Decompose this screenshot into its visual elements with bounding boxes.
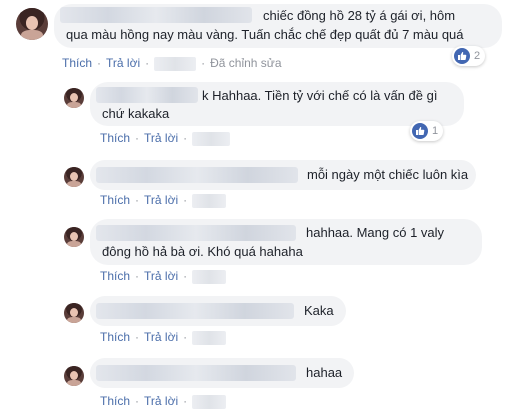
separator: · (135, 193, 140, 207)
like-button[interactable]: Thích (100, 131, 130, 145)
comment-text-line-1: hahhaa. Mang có 1 valy (306, 225, 445, 240)
comment-text-line-2: đông hồ hả bà ơi. Khó quá hahaha (102, 244, 303, 259)
reaction-count-number: 1 (432, 125, 439, 137)
blurred-commenter-name (96, 167, 298, 183)
reply-button[interactable]: Trả lời (144, 269, 178, 283)
comment-bubble: Kaka (90, 296, 346, 326)
reaction-count-number: 2 (474, 50, 481, 62)
separator: · (97, 56, 102, 70)
separator: · (183, 330, 188, 344)
blurred-timestamp (192, 269, 227, 284)
separator: · (183, 269, 188, 283)
reply-button[interactable]: Trả lời (144, 394, 178, 408)
like-icon (454, 48, 470, 64)
like-button[interactable]: Thích (100, 330, 130, 344)
like-button[interactable]: Thích (62, 56, 92, 70)
avatar[interactable] (64, 227, 84, 247)
avatar[interactable] (64, 303, 84, 323)
separator: · (135, 330, 140, 344)
blurred-commenter-name (96, 303, 294, 319)
avatar[interactable] (64, 167, 84, 187)
edited-label[interactable]: Đã chỉnh sửa (210, 56, 281, 70)
avatar[interactable] (64, 88, 84, 108)
comment-text-line-1: k Hahhaa. Tiền tỷ với chế có là vấn đề g… (202, 88, 438, 103)
comment-text-line-1: chiếc đồng hồ 28 tỷ á gái ơi, hôm (263, 8, 456, 23)
comment-bubble: k Hahhaa. Tiền tỷ với chế có là vấn đề g… (90, 82, 464, 126)
blurred-timestamp (192, 131, 231, 146)
blurred-commenter-name (96, 365, 296, 381)
comment-text-line-1: mỗi ngày một chiếc luôn kìa (307, 167, 469, 182)
reply-button[interactable]: Trả lời (144, 131, 178, 145)
separator: · (183, 193, 188, 207)
blurred-commenter-name (96, 225, 296, 241)
comment-bubble: chiếc đồng hồ 28 tỷ á gái ơi, hôm qua mà… (54, 4, 502, 48)
comment-bubble: mỗi ngày một chiếc luôn kìa (90, 160, 476, 190)
reply-button[interactable]: Trả lời (144, 193, 178, 207)
comment-text-line-1: Kaka (304, 303, 334, 318)
separator: · (135, 269, 140, 283)
comment-text-line-1: hahaa (306, 365, 343, 380)
separator: · (201, 56, 206, 70)
reply-button[interactable]: Trả lời (106, 56, 140, 70)
comment-text-line-2: chứ kakaka (102, 106, 170, 121)
comment-bubble: hahaa (90, 358, 354, 388)
blurred-commenter-name (96, 87, 198, 103)
avatar[interactable] (16, 8, 48, 40)
blurred-commenter-name (60, 7, 252, 23)
separator: · (183, 394, 188, 408)
avatar[interactable] (64, 366, 84, 386)
comment-bubble: hahhaa. Mang có 1 valy đông hồ hả bà ơi.… (90, 219, 482, 265)
comment-text-line-2: qua màu hồng nay màu vàng. Tuấn chắc chế… (66, 27, 464, 42)
like-button[interactable]: Thích (100, 269, 130, 283)
separator: · (135, 131, 140, 145)
like-icon (412, 123, 428, 139)
reply-button[interactable]: Trả lời (144, 330, 178, 344)
blurred-timestamp (154, 56, 197, 71)
reaction-count[interactable]: 2 (452, 46, 486, 66)
like-button[interactable]: Thích (100, 394, 130, 408)
separator: · (183, 131, 188, 145)
blurred-timestamp (192, 193, 227, 208)
blurred-timestamp (192, 330, 227, 345)
separator: · (135, 394, 140, 408)
reaction-count[interactable]: 1 (410, 121, 444, 141)
like-button[interactable]: Thích (100, 193, 130, 207)
blurred-timestamp (192, 394, 227, 409)
separator: · (145, 56, 150, 70)
